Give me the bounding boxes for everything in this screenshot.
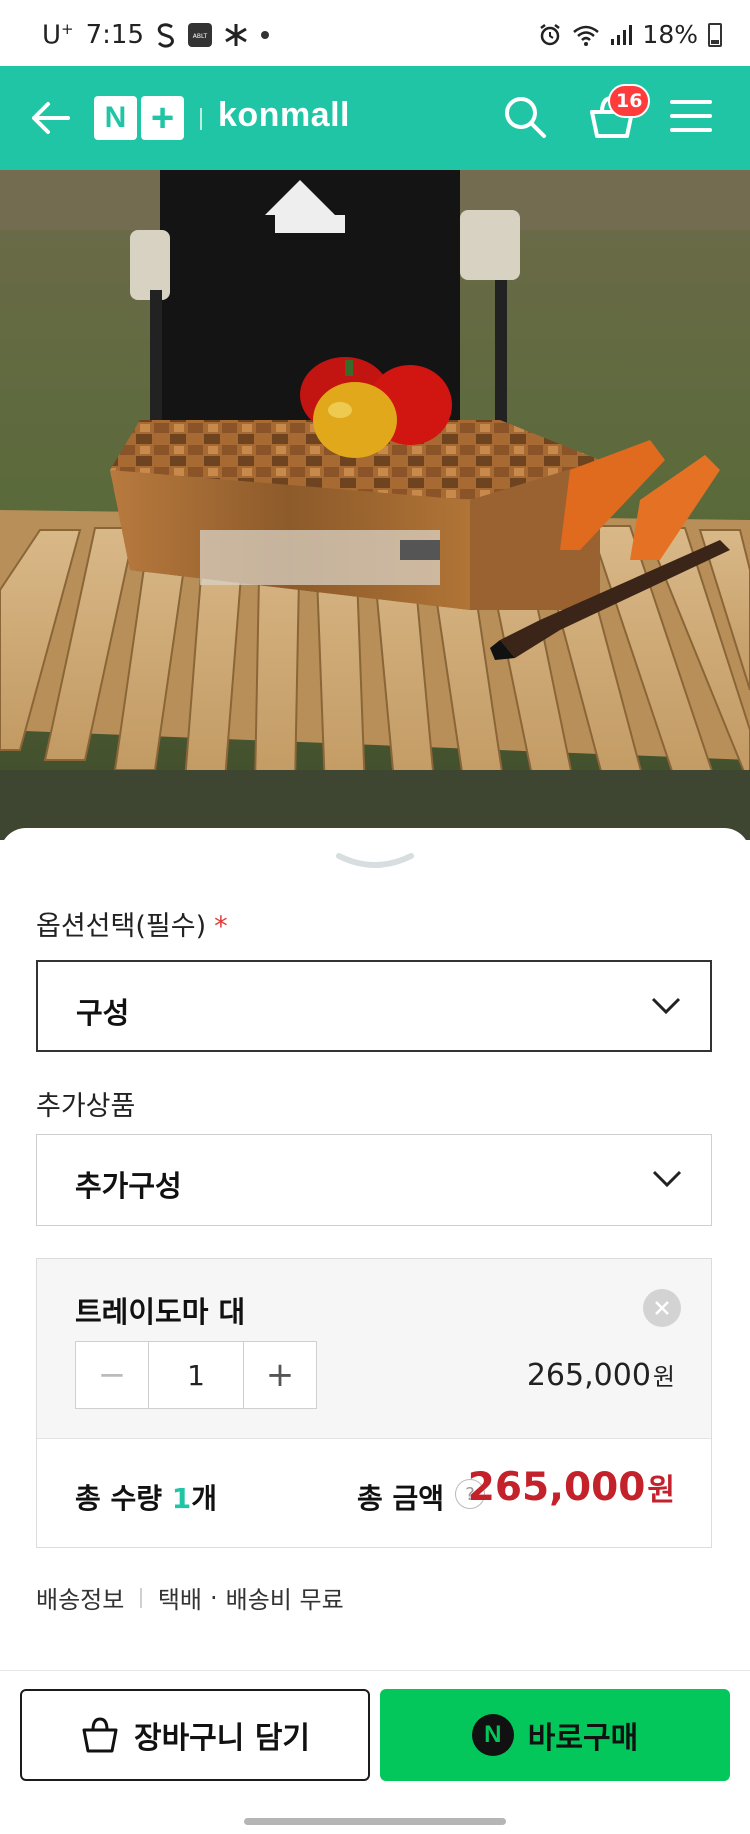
naver-pay-icon: N	[471, 1714, 514, 1756]
total-amount: 265,000원	[467, 1465, 675, 1510]
svg-text:ABLT: ABLT	[193, 33, 208, 40]
delivery-info: 배송정보 택배 · 배송비 무료	[36, 1580, 344, 1615]
delivery-divider	[140, 1587, 142, 1608]
addon-select-value: 추가구성	[75, 1169, 182, 1203]
wifi-icon	[572, 23, 600, 47]
home-indicator[interactable]	[244, 1818, 506, 1825]
carrier-label: U+	[42, 20, 74, 51]
buy-now-button[interactable]: N 바로구매	[380, 1689, 730, 1781]
shopping-bag-icon	[82, 1717, 118, 1753]
add-to-cart-label: 장바구니 담기	[133, 1721, 311, 1756]
alarm-icon	[538, 23, 562, 47]
selected-item-box: 트레이도마 대 − 1 + 265,000원 총 수량 1개 총 금액 ? 26…	[36, 1258, 712, 1548]
search-button[interactable]	[500, 92, 550, 142]
search-icon	[505, 97, 546, 138]
naver-plus-logo[interactable]: N +	[94, 96, 184, 140]
ablt-app-icon: ABLT	[188, 23, 212, 48]
battery-percent: 18%	[642, 20, 698, 49]
logo-n: N	[94, 96, 137, 140]
header-divider	[200, 108, 202, 130]
quantity-value[interactable]: 1	[148, 1342, 244, 1408]
total-quantity-value: 1	[171, 1482, 192, 1515]
required-mark: *	[214, 911, 228, 942]
hamburger-menu-icon	[670, 100, 712, 132]
back-arrow-icon	[32, 102, 70, 134]
selected-item-price: 265,000원	[526, 1358, 675, 1393]
battery-icon	[708, 22, 722, 47]
remove-item-button[interactable]	[643, 1289, 681, 1327]
total-quantity: 총 수량 1개	[75, 1482, 218, 1515]
cutting-board-photo	[0, 170, 750, 840]
selected-item-name: 트레이도마 대	[75, 1295, 246, 1329]
quantity-stepper: − 1 +	[75, 1341, 317, 1409]
status-bar: U+ 7:15 ABLT 18%	[0, 0, 750, 66]
s-icon	[156, 22, 176, 48]
chevron-down-handle-icon	[336, 853, 414, 868]
app-header: N + konmall 16	[0, 66, 750, 170]
back-button[interactable]	[26, 94, 74, 142]
selected-item: 트레이도마 대 − 1 + 265,000원	[37, 1259, 711, 1439]
delivery-fee: 배송비 무료	[225, 1586, 344, 1614]
chevron-down-icon	[652, 1170, 682, 1188]
sheet-collapse-handle[interactable]	[333, 850, 417, 872]
addon-select-dropdown[interactable]: 추가구성	[36, 1134, 712, 1226]
option-select-label: 옵션선택(필수) *	[36, 911, 228, 942]
cart-count-badge: 16	[608, 84, 651, 118]
add-to-cart-button[interactable]: 장바구니 담기	[20, 1689, 370, 1781]
addon-label: 추가상품	[36, 1091, 136, 1122]
asterisk-icon	[224, 23, 248, 47]
delivery-method: 택배	[157, 1586, 202, 1614]
delivery-dot: ·	[210, 1583, 218, 1612]
menu-button[interactable]	[668, 96, 714, 136]
dot-icon	[260, 30, 270, 40]
close-icon	[655, 1301, 669, 1315]
logo-plus: +	[141, 96, 184, 140]
option-select-value: 구성	[76, 996, 130, 1030]
total-summary: 총 수량 1개 총 금액 ? 265,000원	[37, 1439, 711, 1549]
decrease-quantity-button[interactable]: −	[76, 1342, 148, 1408]
buy-now-label: 바로구매	[527, 1721, 639, 1756]
bottom-action-bar: 장바구니 담기 N 바로구매	[0, 1670, 750, 1834]
chevron-down-icon	[651, 997, 681, 1015]
signal-icon	[610, 24, 633, 46]
product-image[interactable]	[0, 170, 750, 840]
clock: 7:15	[85, 20, 144, 51]
store-name[interactable]: konmall	[218, 96, 350, 135]
option-select-dropdown[interactable]: 구성	[36, 960, 712, 1052]
increase-quantity-button[interactable]: +	[244, 1342, 316, 1408]
delivery-label: 배송정보	[36, 1586, 125, 1614]
total-amount-label: 총 금액	[357, 1482, 445, 1515]
